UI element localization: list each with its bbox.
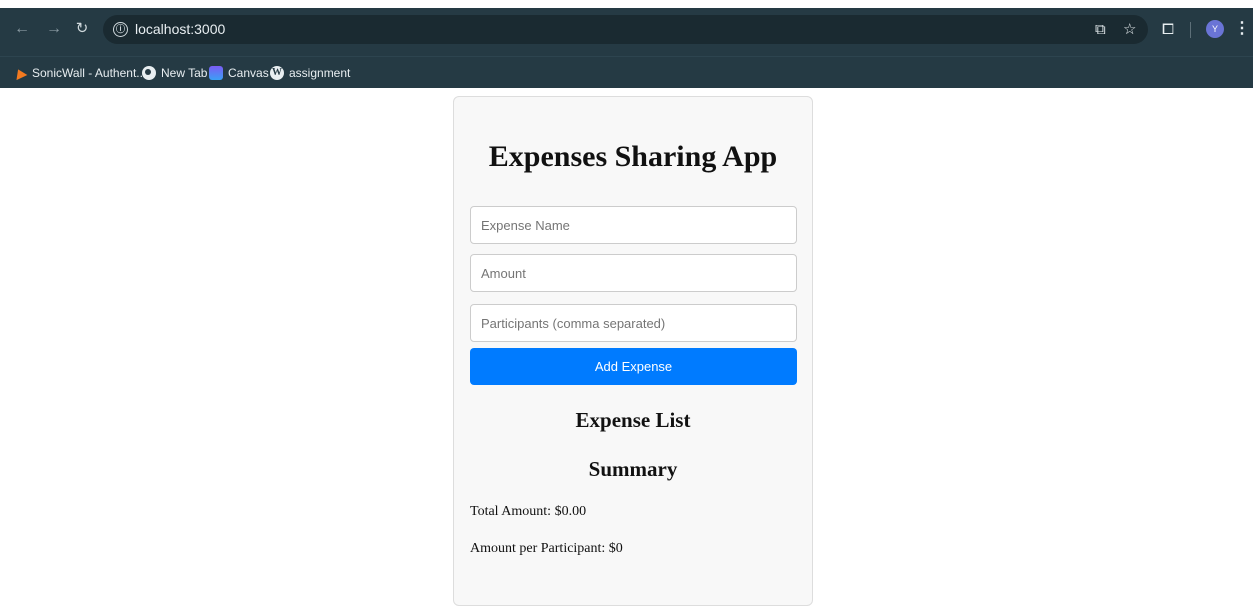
- browser-nav-row: ← → ↻ ⓘ localhost:3000 ⧉ ☆ ⧠ Y ⋮: [0, 8, 1253, 58]
- bookmarks-bar: SonicWall - Authent... New Tab Canvas W …: [0, 56, 1253, 88]
- bookmark-sonicwall[interactable]: SonicWall - Authent...: [12, 63, 147, 83]
- bookmark-label: New Tab: [161, 66, 208, 80]
- add-expense-button[interactable]: Add Expense: [470, 348, 797, 385]
- bookmark-label: assignment: [289, 66, 351, 80]
- bookmark-star-icon[interactable]: ☆: [1123, 21, 1136, 38]
- bookmark-label: Canvas: [228, 66, 269, 80]
- canvas-icon: [209, 66, 223, 80]
- bookmark-label: SonicWall - Authent...: [32, 66, 147, 80]
- per-participant-text: Amount per Participant: $0: [470, 541, 623, 556]
- window-top-edge: [0, 0, 1253, 8]
- toolbar-divider: [1190, 22, 1191, 38]
- page-title: Expenses Sharing App: [488, 140, 778, 173]
- amount-input[interactable]: [470, 254, 797, 292]
- bookmark-new-tab[interactable]: New Tab: [142, 63, 207, 83]
- expense-name-input[interactable]: [470, 206, 797, 244]
- extensions-icon[interactable]: ⧠: [1162, 21, 1174, 38]
- total-amount-text: Total Amount: $0.00: [470, 504, 587, 519]
- expense-list-heading: Expense List: [575, 408, 691, 432]
- forward-icon[interactable]: →: [42, 17, 66, 41]
- globe-icon: [142, 66, 156, 80]
- sonicwall-icon: [12, 66, 28, 80]
- address-url[interactable]: localhost:3000: [135, 21, 225, 38]
- participants-input[interactable]: [470, 304, 797, 342]
- profile-avatar[interactable]: Y: [1206, 20, 1224, 38]
- site-info-icon[interactable]: ⓘ: [113, 22, 128, 37]
- bookmark-assignment[interactable]: W assignment: [270, 63, 350, 83]
- address-bar[interactable]: ⓘ localhost:3000 ⧉ ☆: [103, 15, 1148, 44]
- summary-heading: Summary: [588, 457, 678, 481]
- wordpress-icon: W: [270, 66, 284, 80]
- app-container: Expenses Sharing App Add Expense Expense…: [453, 96, 813, 606]
- browser-menu-icon[interactable]: ⋮: [1234, 19, 1250, 39]
- back-icon[interactable]: ←: [10, 17, 34, 41]
- bookmark-canvas[interactable]: Canvas: [209, 63, 269, 83]
- install-app-icon[interactable]: ⧉: [1095, 21, 1106, 38]
- reload-icon[interactable]: ↻: [70, 17, 94, 41]
